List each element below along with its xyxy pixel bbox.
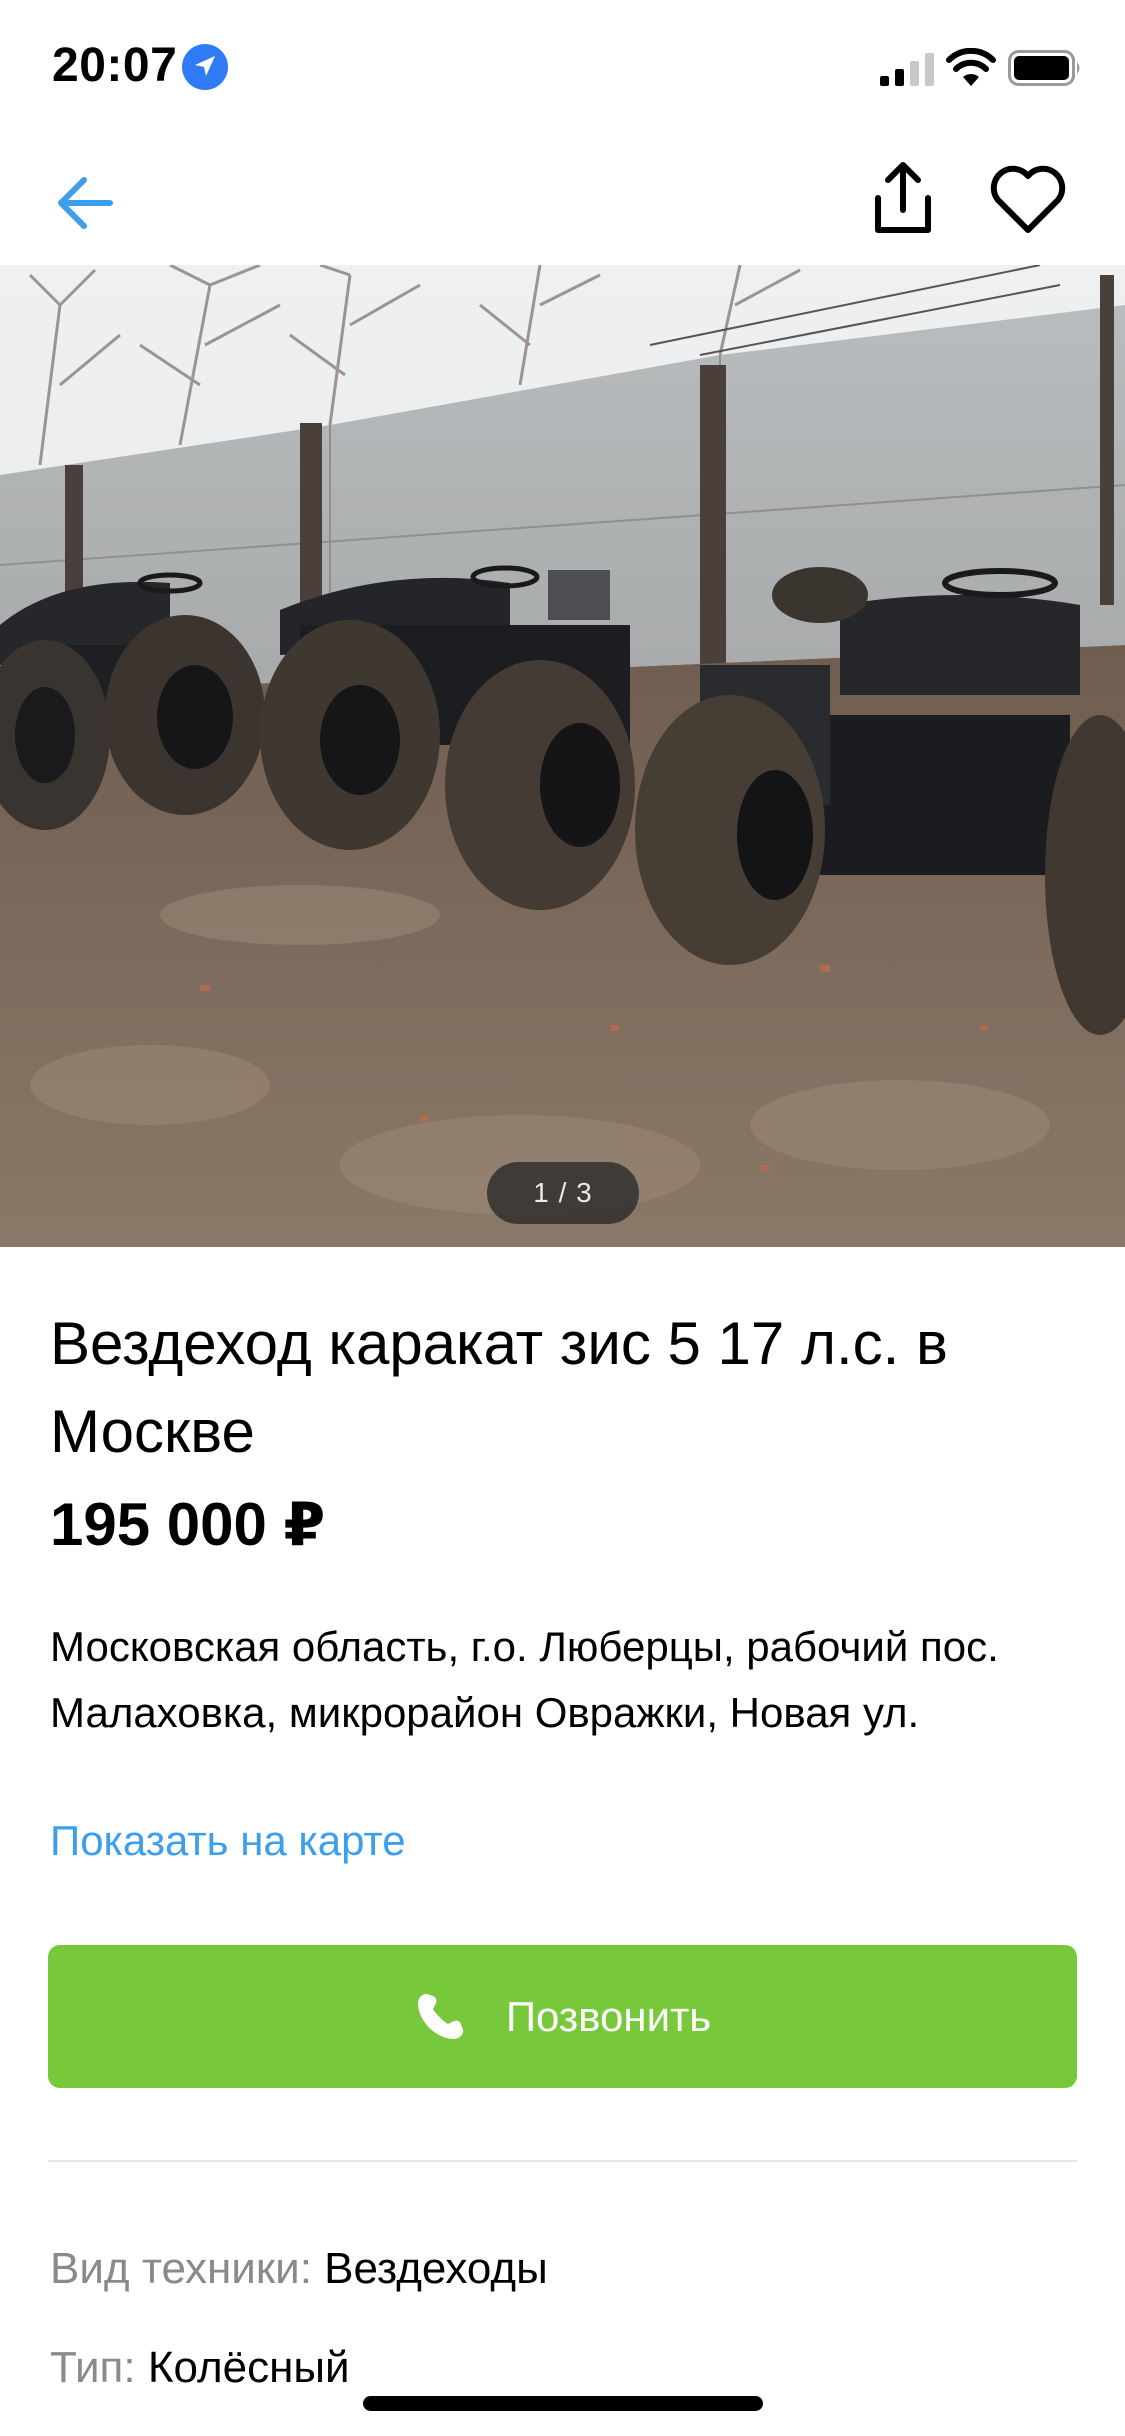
share-button-share-icon[interactable] [868,160,938,236]
call-button[interactable]: Позвонить [48,1945,1077,2088]
call-button-label: Позвонить [505,1992,712,2040]
cellular-signal-icon [880,53,934,86]
wifi-icon [946,48,996,86]
show-on-map-link[interactable]: Показать на карте [50,1808,406,1874]
photo-counter: 1 / 3 [487,1162,639,1224]
location-arrow-icon [182,44,228,90]
listing-photo-image [0,265,1125,1247]
phone-icon [417,1993,463,2039]
param-type: Тип: Колёсный [50,2335,350,2401]
listing-address: Московская область, г.о. Люберцы, рабочи… [50,1623,999,1736]
param-key: Тип: [50,2343,136,2392]
param-value: Вездеходы [324,2244,548,2293]
battery-icon [1008,50,1080,86]
listing-page: 20:07 1 / 3 Вездеход каракат зис 5 17 л.… [0,0,1125,2436]
back-button-arrow-left-icon[interactable] [50,168,120,238]
listing-title: Вездеход каракат зис 5 17 л.с. в Москве [50,1310,948,1465]
listing-photo[interactable] [0,265,1125,1247]
favorite-button-heart-icon[interactable] [988,162,1068,236]
param-value: Колёсный [147,2343,350,2392]
home-indicator[interactable] [363,2396,763,2411]
section-divider [48,2160,1077,2162]
param-vehicle-kind: Вид техники: Вездеходы [50,2236,548,2302]
param-key: Вид техники: [50,2244,312,2293]
status-bar: 20:07 [0,0,1125,140]
navigation-bar [0,140,1125,265]
listing-price: 195 000 ₽ [50,1491,326,1558]
status-time: 20:07 [52,39,178,92]
